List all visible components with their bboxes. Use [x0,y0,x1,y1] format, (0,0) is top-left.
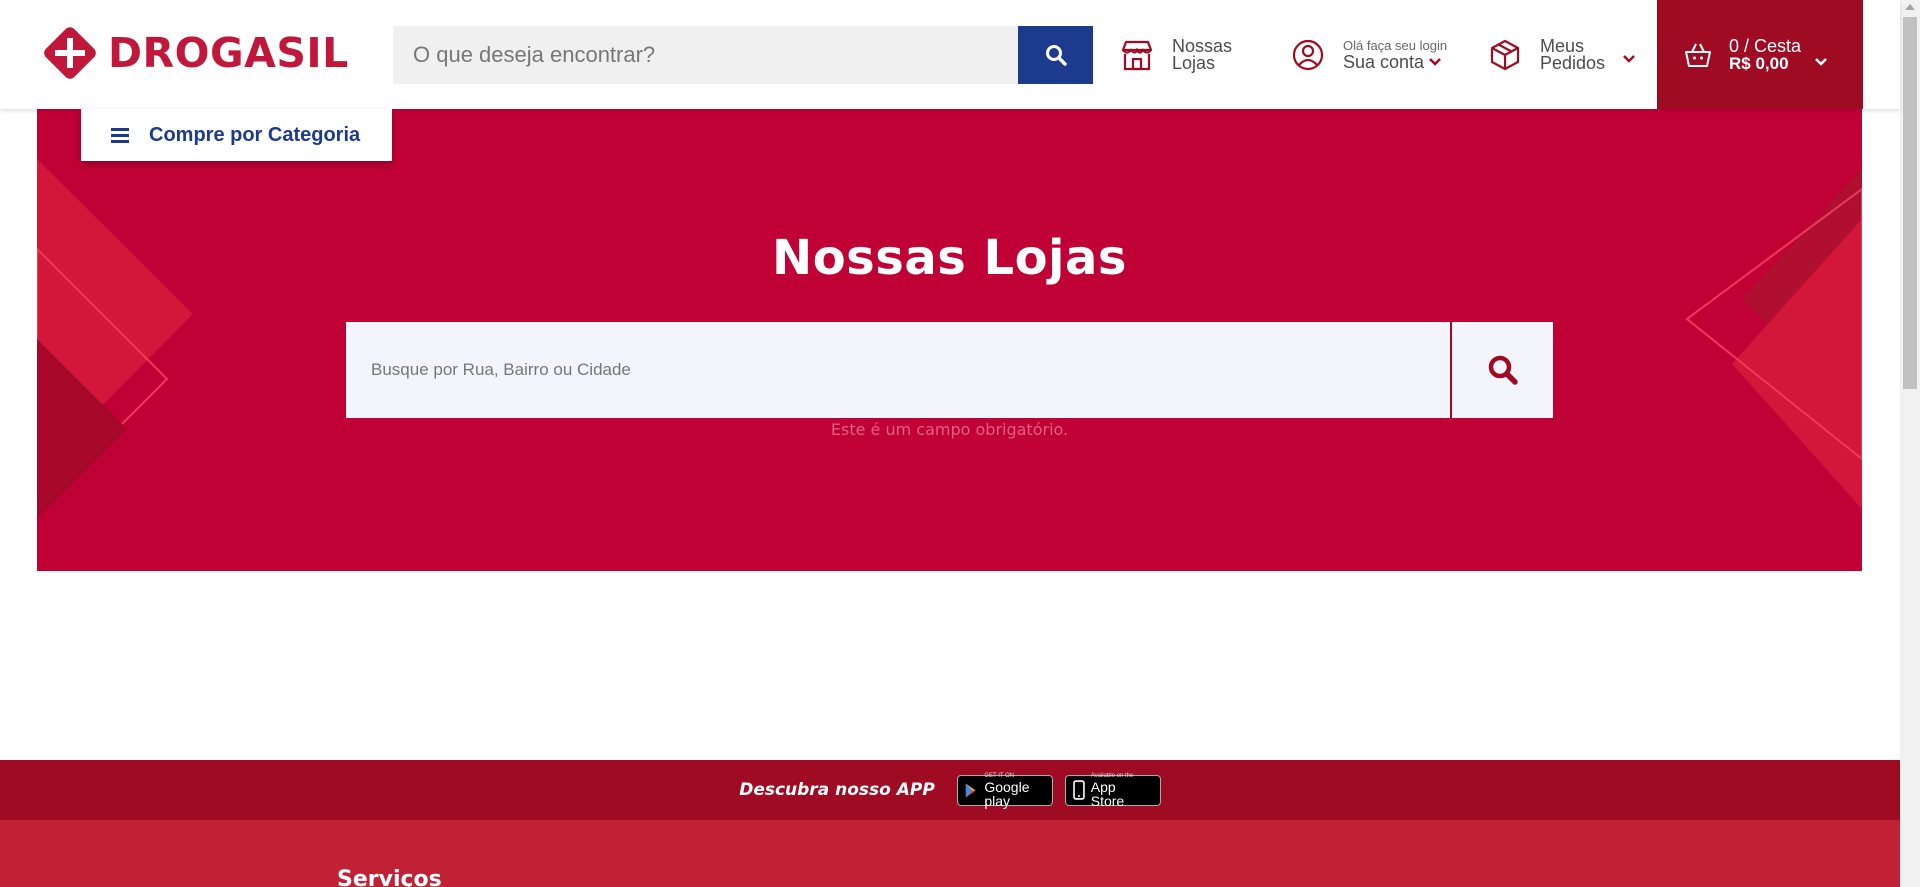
chevron-down-icon [1623,54,1635,63]
category-menu-label: Compre por Categoria [149,123,361,146]
page: DROGASIL Nossas Lojas [0,0,1920,887]
google-play-badge[interactable]: GET IT ON Google play [956,773,1053,809]
cart-button[interactable]: 0 / Cesta R$ 0,00 [1657,0,1863,109]
scroll-up-arrow-icon[interactable] [1905,4,1915,10]
phone-icon [1072,780,1085,800]
category-menu-button[interactable]: Compre por Categoria [81,109,392,161]
account-label: Sua conta [1343,51,1425,72]
app-store-big: App Store [1090,778,1125,809]
stores-label-line1: Nossas [1172,35,1233,56]
logo-cross-icon [41,24,99,82]
account-greeting: Olá faça seu login [1343,37,1448,53]
page-title: Nossas Lojas [772,230,1127,286]
app-promo-text: Descubra nosso APP [739,780,935,800]
header-search [393,26,1093,84]
orders-menu[interactable]: Meus Pedidos [1488,0,1635,109]
store-icon [1121,40,1153,70]
decorative-diamonds-left [37,159,193,519]
basket-icon [1685,43,1711,67]
search-icon [1045,45,1067,66]
search-input[interactable] [393,26,1018,84]
menu-icon [111,128,129,143]
footer-services-title: Serviços [337,867,442,887]
box-icon [1490,39,1520,70]
logo-text: DROGASIL [108,29,349,77]
header: DROGASIL Nossas Lojas [0,0,1900,109]
google-play-icon [965,783,976,797]
chevron-down-icon [1815,57,1827,66]
store-search-button[interactable] [1450,322,1553,418]
scrollbar[interactable] [1900,0,1920,887]
footer: Serviços [0,820,1900,887]
store-search [346,322,1555,418]
google-play-big: Google play [984,778,1030,809]
cart-total: R$ 0,00 [1729,53,1789,73]
stores-hero: Nossas Lojas Este é um campo obrigatório… [37,109,1862,571]
user-circle-icon [1292,39,1324,70]
search-icon [1488,355,1518,385]
orders-label-line1: Meus [1540,35,1585,56]
search-button[interactable] [1018,26,1093,84]
validation-message: Este é um campo obrigatório. [830,420,1069,439]
account-menu[interactable]: Olá faça seu login Sua conta [1291,0,1447,109]
chevron-down-icon [1429,57,1441,66]
stores-label-line2: Lojas [1172,52,1216,73]
app-promo-strip: Descubra nosso APP GET IT ON Google play… [0,760,1900,820]
logo[interactable]: DROGASIL [41,24,349,82]
store-search-input[interactable] [346,322,1450,418]
app-store-badge[interactable]: Available on the App Store [1064,773,1161,809]
decorative-diamonds-right [1685,169,1862,509]
orders-label-line2: Pedidos [1540,52,1606,73]
cart-count: 0 / Cesta [1729,35,1802,56]
stores-link[interactable]: Nossas Lojas [1120,0,1232,109]
scrollbar-thumb[interactable] [1903,17,1917,389]
